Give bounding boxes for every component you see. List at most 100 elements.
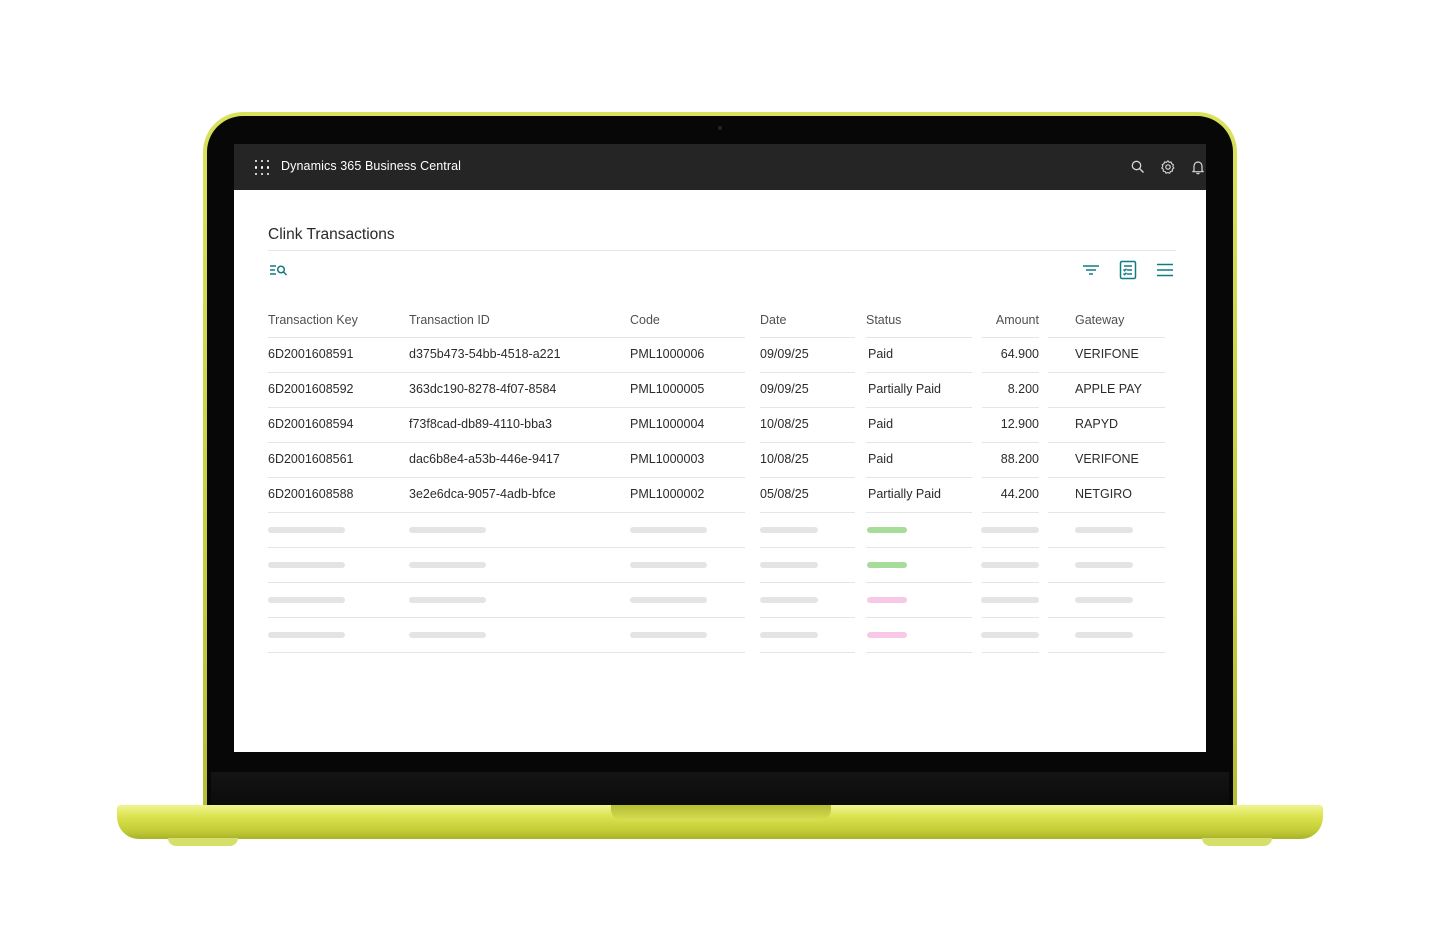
- row-divider: [982, 337, 1039, 338]
- cell-code: PML1000002: [630, 487, 705, 501]
- row-divider: [866, 512, 972, 513]
- cell-date: 09/09/25: [760, 382, 809, 396]
- row-divider: [1048, 582, 1165, 583]
- row-divider: [866, 477, 972, 478]
- row-divider: [1048, 477, 1165, 478]
- placeholder-bar: [760, 632, 818, 638]
- laptop-notch: [611, 805, 831, 821]
- cell-status: Paid: [868, 417, 894, 431]
- search-icon[interactable]: [1130, 159, 1146, 175]
- cell-transaction-key[interactable]: 6D2001608591: [268, 347, 354, 361]
- cell-gateway: APPLE PAY: [1075, 382, 1142, 396]
- cell-code: PML1000004: [630, 417, 705, 431]
- placeholder-bar: [867, 527, 907, 533]
- row-divider: [268, 582, 745, 583]
- document-icon[interactable]: [1117, 259, 1139, 281]
- app-screen: Dynamics 365 Business Central Clink Tran…: [234, 144, 1206, 752]
- placeholder-bar: [268, 562, 345, 568]
- cell-date: 09/09/25: [760, 347, 809, 361]
- placeholder-bar: [268, 632, 345, 638]
- row-divider: [760, 337, 855, 338]
- cell-date: 05/08/25: [760, 487, 809, 501]
- placeholder-bar: [1075, 632, 1133, 638]
- cell-gateway: NETGIRO: [1075, 487, 1132, 501]
- row-divider: [866, 442, 972, 443]
- cell-transaction-key[interactable]: 6D2001608588: [268, 487, 354, 501]
- row-divider: [268, 477, 745, 478]
- cell-status: Partially Paid: [868, 382, 941, 396]
- row-divider: [866, 407, 972, 408]
- filter-icon[interactable]: [1080, 259, 1102, 281]
- placeholder-bar: [268, 597, 345, 603]
- cell-transaction-key[interactable]: 6D2001608561: [268, 452, 354, 466]
- row-divider: [268, 407, 745, 408]
- placeholder-bar: [760, 562, 818, 568]
- cell-amount: 88.200: [1000, 452, 1039, 466]
- column-header-transaction-id[interactable]: Transaction ID: [409, 313, 490, 327]
- cell-code: PML1000006: [630, 347, 705, 361]
- placeholder-bar: [981, 632, 1039, 638]
- column-header-gateway[interactable]: Gateway: [1075, 313, 1124, 327]
- row-divider: [1048, 547, 1165, 548]
- placeholder-bar: [867, 632, 907, 638]
- row-divider: [1048, 442, 1165, 443]
- row-divider: [866, 617, 972, 618]
- cell-transaction-key[interactable]: 6D2001608592: [268, 382, 354, 396]
- laptop-foot-right: [1202, 838, 1272, 846]
- placeholder-bar: [409, 562, 486, 568]
- placeholder-bar: [981, 597, 1039, 603]
- row-divider: [760, 512, 855, 513]
- row-divider: [268, 442, 745, 443]
- app-title[interactable]: Dynamics 365 Business Central: [281, 159, 461, 173]
- placeholder-bar: [867, 562, 907, 568]
- search-list-icon[interactable]: [267, 259, 289, 281]
- placeholder-bar: [1075, 597, 1133, 603]
- gear-icon[interactable]: [1160, 159, 1176, 175]
- app-topbar: Dynamics 365 Business Central: [234, 144, 1206, 190]
- placeholder-bar: [630, 597, 707, 603]
- row-divider: [982, 372, 1039, 373]
- row-divider: [866, 372, 972, 373]
- row-divider: [268, 337, 745, 338]
- row-divider: [1048, 617, 1165, 618]
- placeholder-bar: [409, 632, 486, 638]
- column-header-transaction-key[interactable]: Transaction Key: [268, 313, 358, 327]
- row-divider: [1048, 372, 1165, 373]
- cell-status: Paid: [868, 452, 894, 466]
- row-divider: [760, 442, 855, 443]
- column-header-code[interactable]: Code: [630, 313, 660, 327]
- placeholder-bar: [630, 527, 707, 533]
- cell-transaction-key[interactable]: 6D2001608594: [268, 417, 354, 431]
- row-divider: [268, 547, 745, 548]
- column-header-date[interactable]: Date: [760, 313, 786, 327]
- placeholder-bar: [867, 597, 907, 603]
- row-divider: [982, 407, 1039, 408]
- row-divider: [268, 652, 745, 653]
- row-divider: [982, 652, 1039, 653]
- bell-icon[interactable]: [1190, 159, 1206, 175]
- placeholder-bar: [268, 527, 345, 533]
- row-divider: [268, 372, 745, 373]
- row-divider: [760, 407, 855, 408]
- cell-gateway: VERIFONE: [1075, 452, 1139, 466]
- placeholder-bar: [409, 527, 486, 533]
- column-header-status[interactable]: Status: [866, 313, 901, 327]
- placeholder-bar: [760, 527, 818, 533]
- column-header-amount[interactable]: Amount: [979, 313, 1039, 327]
- row-divider: [268, 512, 745, 513]
- placeholder-bar: [1075, 562, 1133, 568]
- row-divider: [866, 652, 972, 653]
- waffle-icon[interactable]: [255, 160, 270, 176]
- cell-transaction-id: 363dc190-8278-4f07-8584: [409, 382, 557, 396]
- row-divider: [760, 477, 855, 478]
- placeholder-bar: [630, 562, 707, 568]
- cell-gateway: VERIFONE: [1075, 347, 1139, 361]
- row-divider: [1048, 407, 1165, 408]
- laptop-foot-left: [168, 838, 238, 846]
- row-divider: [982, 442, 1039, 443]
- row-divider: [982, 512, 1039, 513]
- row-divider: [760, 582, 855, 583]
- cell-amount: 8.200: [1007, 382, 1039, 396]
- cell-transaction-id: d375b473-54bb-4518-a221: [409, 347, 561, 361]
- menu-icon[interactable]: [1154, 259, 1176, 281]
